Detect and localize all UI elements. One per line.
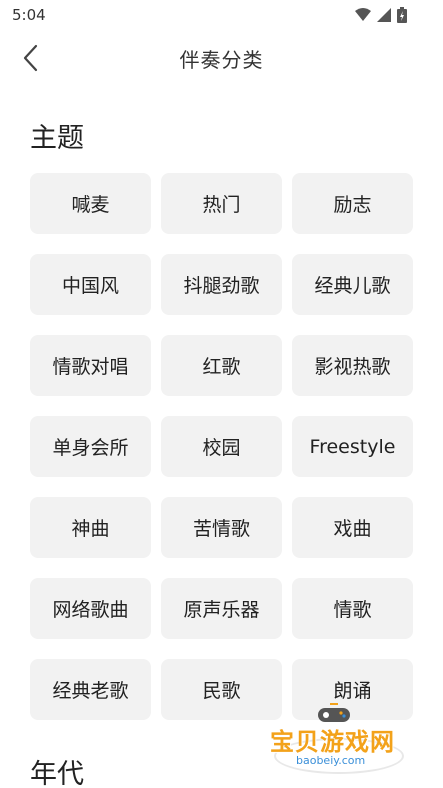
- app-bar: 伴奏分类: [0, 30, 443, 86]
- section-title-theme: 主题: [30, 123, 84, 154]
- category-chip[interactable]: 抖腿劲歌: [161, 254, 282, 315]
- category-chip[interactable]: 喊麦: [30, 173, 151, 234]
- status-icons: [355, 7, 407, 23]
- category-chip[interactable]: 经典儿歌: [292, 254, 413, 315]
- category-chip[interactable]: 影视热歌: [292, 335, 413, 396]
- category-chip[interactable]: 神曲: [30, 497, 151, 558]
- wifi-icon: [355, 8, 371, 21]
- category-chip[interactable]: 苦情歌: [161, 497, 282, 558]
- category-chip[interactable]: 民歌: [161, 659, 282, 720]
- category-chip[interactable]: 热门: [161, 173, 282, 234]
- theme-category-grid: 喊麦 热门 励志 中国风 抖腿劲歌 经典儿歌 情歌对唱 红歌 影视热歌 单身会所…: [30, 173, 414, 720]
- watermark-name: 宝贝游戏网: [270, 728, 395, 756]
- category-chip[interactable]: Freestyle: [292, 416, 413, 477]
- category-chip[interactable]: 情歌: [292, 578, 413, 639]
- category-chip[interactable]: 原声乐器: [161, 578, 282, 639]
- watermark-logo: 宝贝游戏网 baobeiy.com: [266, 700, 416, 780]
- category-chip[interactable]: 单身会所: [30, 416, 151, 477]
- status-bar: 5:04: [0, 0, 443, 30]
- category-chip[interactable]: 红歌: [161, 335, 282, 396]
- category-chip[interactable]: 情歌对唱: [30, 335, 151, 396]
- battery-icon: [397, 7, 407, 23]
- category-chip[interactable]: 戏曲: [292, 497, 413, 558]
- category-chip[interactable]: 励志: [292, 173, 413, 234]
- status-time: 5:04: [12, 6, 46, 24]
- category-chip[interactable]: 网络歌曲: [30, 578, 151, 639]
- category-chip[interactable]: 中国风: [30, 254, 151, 315]
- page-title: 伴奏分类: [179, 48, 264, 72]
- signal-icon: [377, 8, 391, 22]
- category-chip[interactable]: 经典老歌: [30, 659, 151, 720]
- section-title-era: 年代: [30, 759, 84, 788]
- category-chip[interactable]: 校园: [161, 416, 282, 477]
- watermark-url: baobeiy.com: [296, 754, 366, 767]
